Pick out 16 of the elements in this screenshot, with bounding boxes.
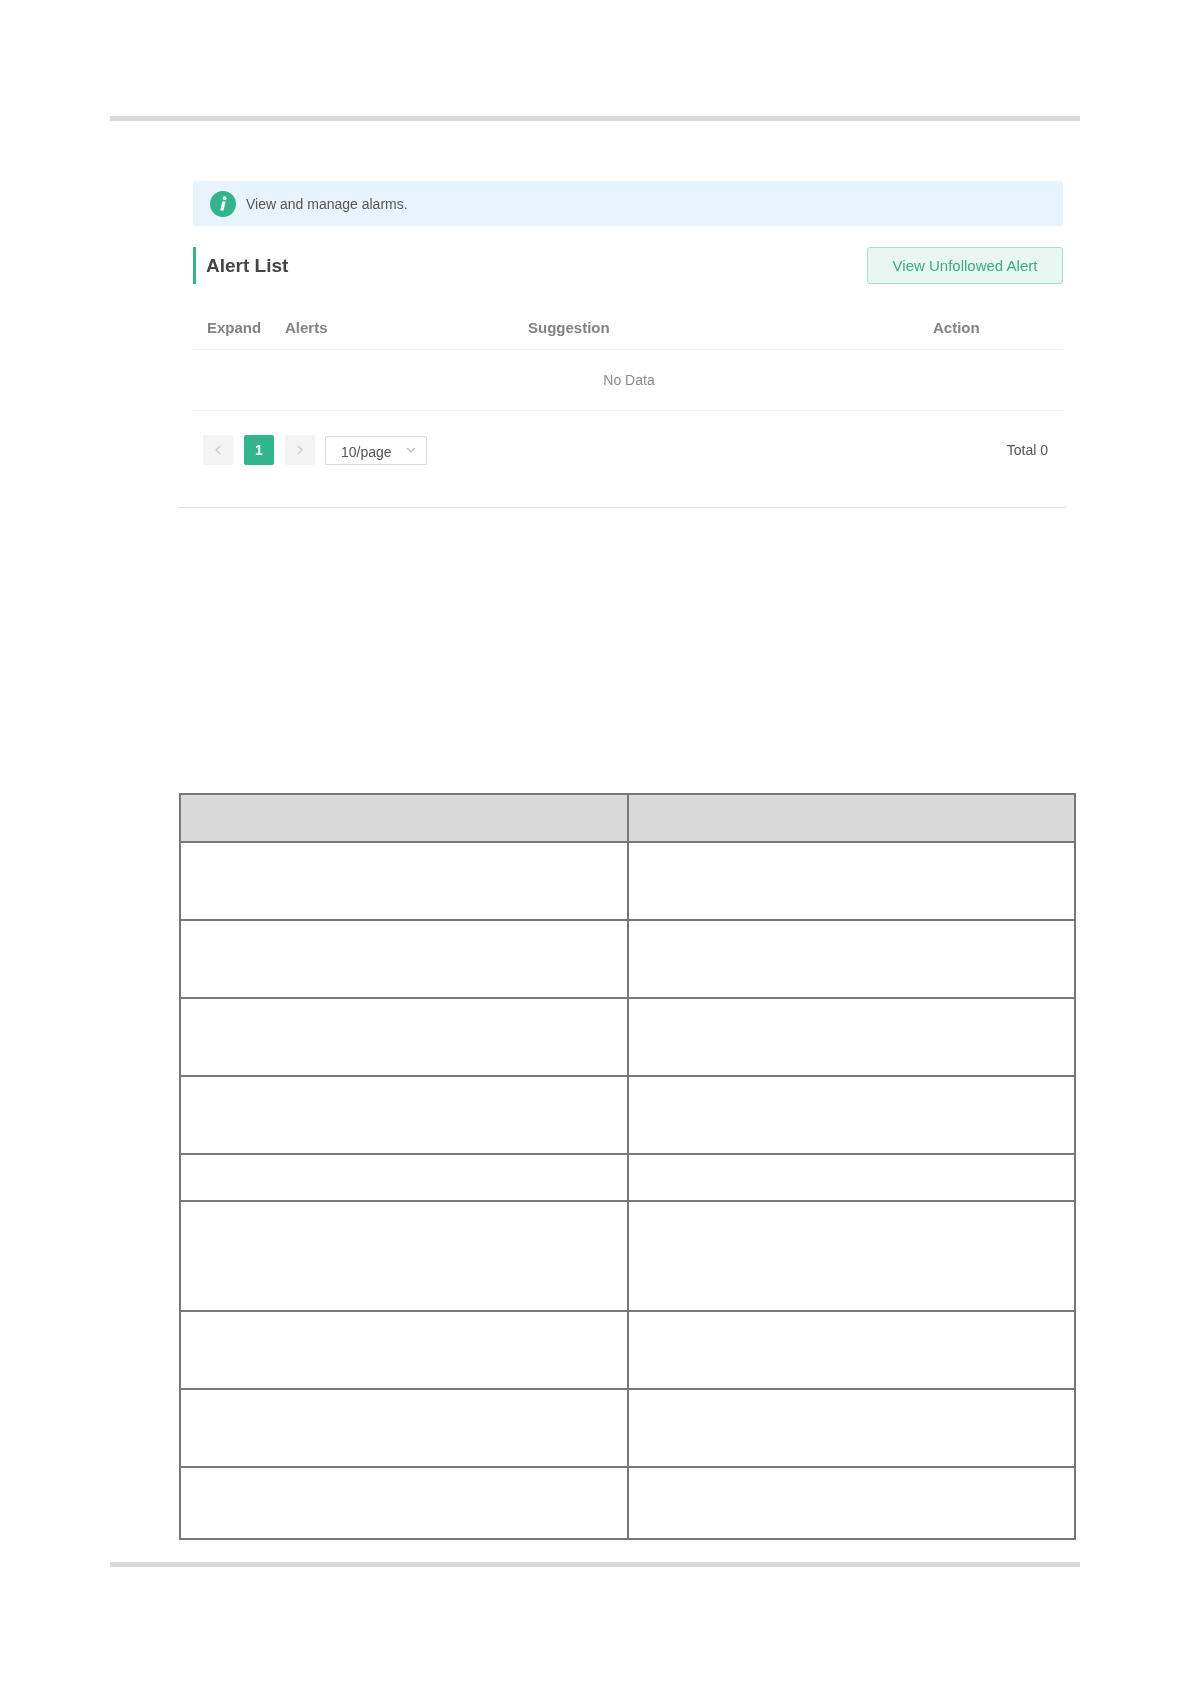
view-unfollowed-alert-button[interactable]: View Unfollowed Alert	[867, 247, 1063, 284]
info-icon	[210, 190, 236, 217]
chevron-left-icon	[215, 445, 221, 455]
empty-table-message: No Data	[603, 372, 655, 388]
title-accent-bar	[193, 247, 196, 284]
chevron-right-icon	[297, 445, 303, 455]
column-header: Alerts	[285, 318, 328, 336]
caret-down-icon	[406, 447, 416, 453]
section-title: Alert List	[206, 254, 289, 277]
column-header: Action	[933, 318, 980, 336]
column-header: Suggestion	[528, 318, 610, 336]
page-size-select[interactable]: 10/page	[325, 435, 427, 465]
info-text: View and manage alarms.	[246, 195, 408, 212]
total-count: Total 0	[1006, 442, 1048, 458]
page-number-button[interactable]: 1	[244, 435, 274, 465]
column-header: Expand	[207, 318, 262, 336]
